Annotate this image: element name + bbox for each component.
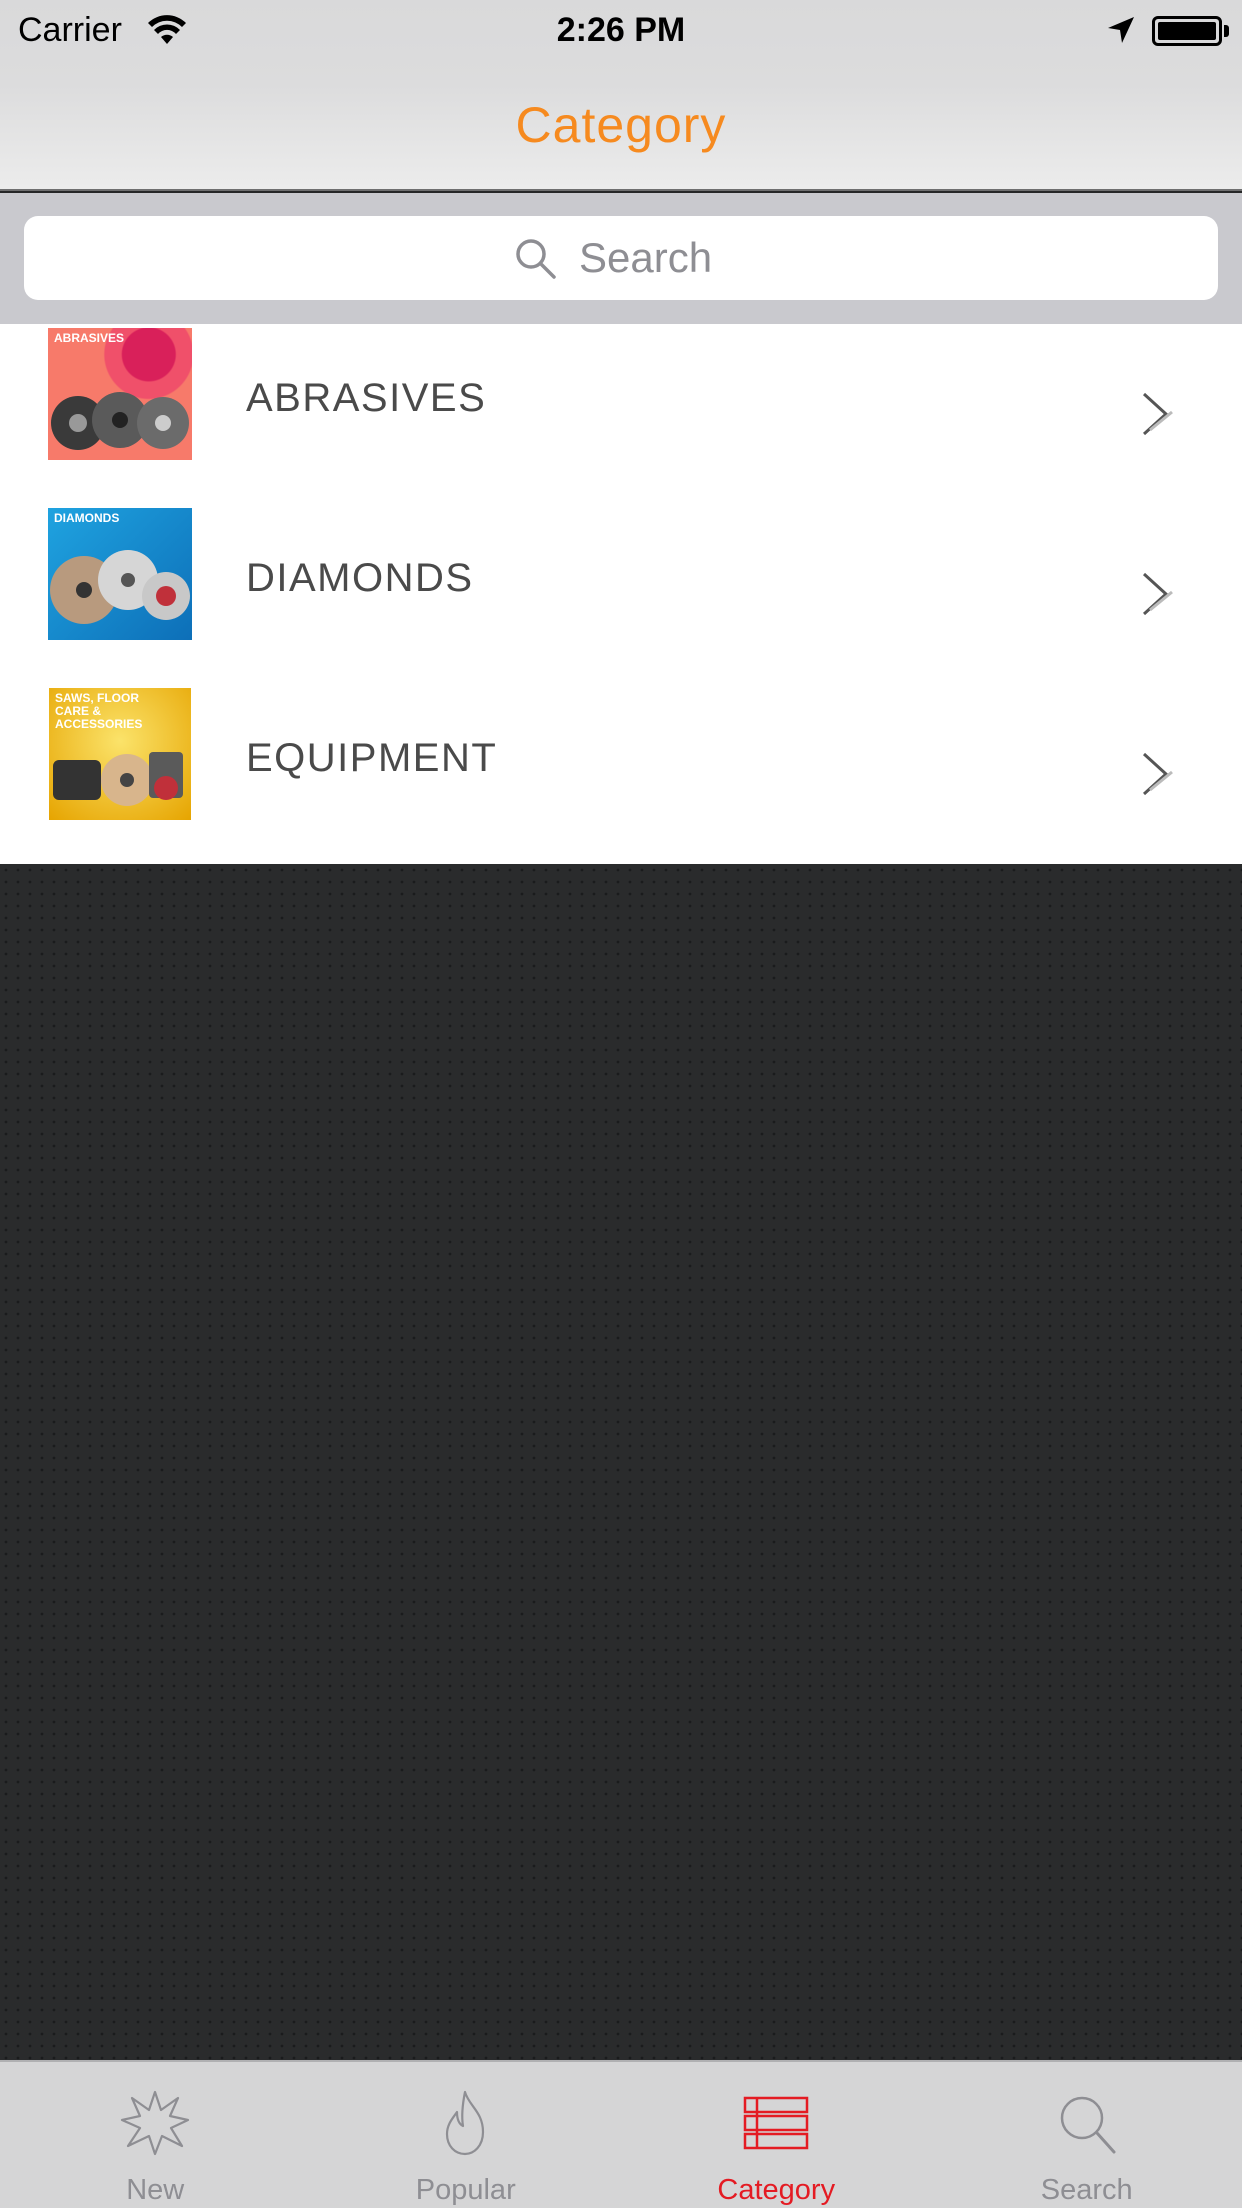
tab-search[interactable]: Search xyxy=(932,2062,1242,2208)
chevron-right-icon xyxy=(1142,752,1173,796)
background-texture xyxy=(0,864,1242,2060)
star-burst-icon xyxy=(121,2090,190,2156)
tab-label: Category xyxy=(717,2174,836,2206)
tab-category[interactable]: Category xyxy=(621,2062,932,2208)
tab-label: New xyxy=(126,2174,185,2206)
diamond-blades-thumbnail: DIAMONDS xyxy=(48,508,192,640)
category-list: ABRASIVES ABRASIVES DIAMONDS DIAMONDS SA… xyxy=(0,324,1242,864)
list-icon xyxy=(744,2096,809,2150)
chevron-right-icon xyxy=(1142,572,1173,616)
tab-label: Popular xyxy=(415,2174,516,2206)
battery-icon xyxy=(1152,16,1222,46)
list-item[interactable]: DIAMONDS DIAMONDS xyxy=(0,504,1242,684)
header-bar: Carrier 2:26 PM Category xyxy=(0,0,1242,191)
category-label: DIAMONDS xyxy=(246,556,474,600)
abrasive-discs-thumbnail: ABRASIVES xyxy=(48,328,192,460)
search-field[interactable] xyxy=(24,216,1218,300)
magnifier-icon xyxy=(1060,2096,1116,2154)
search-input[interactable] xyxy=(579,234,729,282)
screen: Carrier 2:26 PM Category Search ABRASIVE… xyxy=(0,0,1242,2208)
tab-new[interactable]: New xyxy=(0,2062,311,2208)
list-item[interactable]: SAWS, FLOOR CARE & ACCESSORIES EQUIPMENT xyxy=(0,684,1242,864)
location-arrow-icon xyxy=(1108,17,1134,43)
search-icon xyxy=(516,239,556,279)
category-label: ABRASIVES xyxy=(246,376,487,420)
tab-bar: New Popular Category Search xyxy=(0,2060,1242,2208)
page-title: Category xyxy=(515,97,727,153)
status-bar: Carrier 2:26 PM xyxy=(0,0,1242,62)
list-item[interactable]: ABRASIVES ABRASIVES xyxy=(0,324,1242,504)
status-time: 2:26 PM xyxy=(556,11,686,49)
chevron-right-icon xyxy=(1142,392,1173,436)
tab-label: Search xyxy=(1040,2174,1133,2206)
tab-popular[interactable]: Popular xyxy=(311,2062,622,2208)
category-label: EQUIPMENT xyxy=(246,736,498,780)
battery-cap xyxy=(1224,25,1229,37)
equipment-thumbnail: SAWS, FLOOR CARE & ACCESSORIES xyxy=(49,688,191,820)
flame-icon xyxy=(445,2090,484,2156)
search-bar xyxy=(0,193,1242,324)
